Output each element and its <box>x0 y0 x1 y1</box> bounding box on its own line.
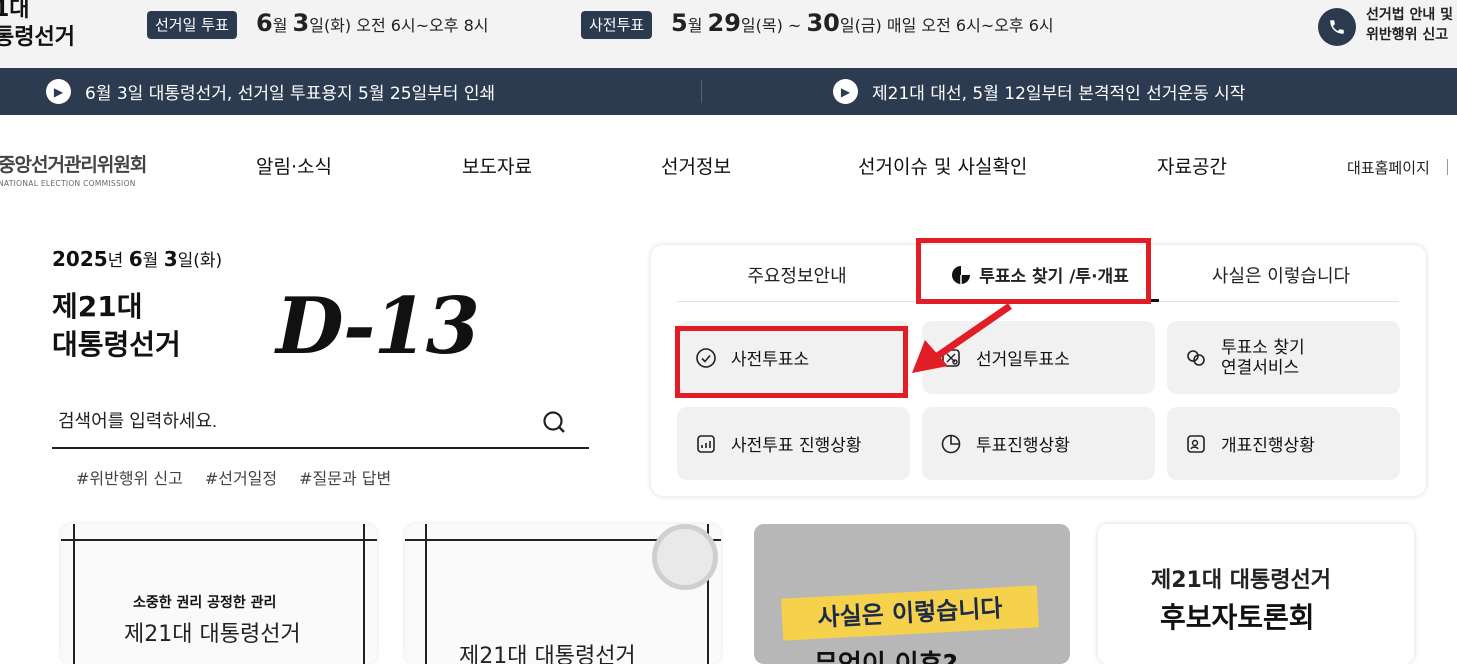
ed-rest: 일(화) 오전 6시~오후 8시 <box>309 16 489 35</box>
election-name-line-2: 대통령선거 <box>52 328 181 361</box>
fact-check-tag: 사실은 이렇습니다 <box>781 585 1039 641</box>
title-line-2: 통령선거 <box>0 25 75 50</box>
frame-line <box>425 524 427 664</box>
ev-day1: 29 <box>707 9 741 37</box>
election-day-badge: 선거일 투표 <box>147 11 237 39</box>
tile-label: 사전투표 진행상황 <box>731 436 862 456</box>
tile-election-day-station[interactable]: 선거일투표소 <box>922 321 1155 394</box>
day-unit: 일(화) <box>177 251 223 271</box>
bar-chart-icon <box>697 434 715 453</box>
election-title-cropped: 1대 통령선거 <box>0 0 75 52</box>
card-title: 후보자토론회 <box>1160 601 1315 634</box>
tile-counting-progress[interactable]: 개표진행상황 <box>1167 407 1400 480</box>
news-item[interactable]: ▶ 6월 3일 대통령선거, 선거일 투표용지 5월 25일부터 인쇄 <box>46 68 495 115</box>
person-badge-icon <box>1187 434 1205 453</box>
card-subtitle: 소중한 권리 공정한 관리 <box>133 595 277 611</box>
tile-label: 투표소 찾기 연결서비스 <box>1221 338 1305 378</box>
speaker-icon: ▶ <box>46 79 71 104</box>
month: 6 <box>128 247 143 271</box>
ballot-box-icon <box>942 348 960 367</box>
news-divider <box>701 80 702 103</box>
link-circles-icon <box>1187 349 1205 366</box>
tile-early-voting-progress[interactable]: 사전투표 진행상황 <box>677 407 910 480</box>
ev-month: 5 <box>671 9 688 37</box>
date-display: 2025년 6월 3일(화) <box>52 246 222 271</box>
law-guide-line-1: 선거법 안내 및 <box>1366 7 1454 23</box>
tile-voting-progress[interactable]: 투표진행상황 <box>922 407 1155 480</box>
election-day-schedule: 6월 3일(화) 오전 6시~오후 8시 <box>256 8 489 41</box>
year-unit: 년 <box>107 251 129 271</box>
nec-logo[interactable]: 중앙선거관리위원회 NATIONAL ELECTION COMMISSION <box>0 150 148 188</box>
ed-month: 6 <box>256 9 273 37</box>
tile-label-line-1: 투표소 찾기 <box>1221 337 1305 358</box>
law-guide-line-2: 위반행위 신고 <box>1366 27 1449 43</box>
law-guide-link[interactable]: 선거법 안내 및 위반행위 신고 <box>1366 5 1453 45</box>
tile-label: 투표진행상황 <box>976 436 1070 456</box>
tab-main-info[interactable]: 주요정보안내 <box>677 263 917 301</box>
news-text: 제21대 대선, 5월 12일부터 본격적인 선거운동 시작 <box>872 84 1246 104</box>
tile-label: 선거일투표소 <box>976 350 1070 370</box>
tab-fact-check[interactable]: 사실은 이렇습니다 <box>1163 263 1399 301</box>
frame-line <box>61 539 377 541</box>
debate-card[interactable]: 제21대 대통령선거 후보자토론회 <box>1098 524 1414 664</box>
year: 2025 <box>52 247 108 271</box>
ed-day: 3 <box>292 9 310 37</box>
ev-mid: 일(목) ~ <box>740 16 807 35</box>
hashtag-list: #위반행위 신고 #선거일정 #질문과 답변 <box>76 465 413 489</box>
title-line-1: 1대 <box>0 0 30 22</box>
frame-line <box>73 524 75 664</box>
search-box <box>52 396 589 449</box>
nav-item-issues[interactable]: 선거이슈 및 사실확인 <box>858 152 1027 179</box>
main-homepage-link[interactable]: 대표홈페이지 <box>1347 157 1430 178</box>
banner-card[interactable]: 소중한 권리 공정한 관리 제21대 대통령선거 <box>61 524 377 664</box>
ev-rest: 일(금) 매일 오전 6시~오후 6시 <box>839 16 1054 35</box>
tile-station-finder-service[interactable]: 투표소 찾기 연결서비스 <box>1167 321 1400 394</box>
hashtag-link[interactable]: #위반행위 신고 <box>76 469 183 488</box>
pie-chart-icon <box>941 434 961 453</box>
card-title: 무엇이 이후? <box>814 644 958 664</box>
card-title: 제21대 대통령선거 <box>124 622 301 647</box>
news-text: 6월 3일 대통령선거, 선거일 투표용지 5월 25일부터 인쇄 <box>85 84 496 104</box>
card-subtitle: 제21대 대통령선거 <box>1151 568 1331 593</box>
day: 3 <box>163 247 178 271</box>
dday-counter: D-13 <box>276 281 480 372</box>
nav-item-election-info[interactable]: 선거정보 <box>661 152 731 179</box>
ev-day2: 30 <box>806 9 840 37</box>
logo-english: NATIONAL ELECTION COMMISSION <box>0 179 136 188</box>
fact-check-card[interactable]: 사실은 이렇습니다 무엇이 이후? <box>754 524 1070 664</box>
highlight-box-tile <box>675 326 908 398</box>
speaker-icon: ▶ <box>833 79 858 104</box>
highlight-box-tab <box>916 238 1151 304</box>
early-vote-badge: 사전투표 <box>581 11 653 39</box>
search-icon[interactable] <box>542 410 568 436</box>
nav-item-resources[interactable]: 자료공간 <box>1157 152 1227 179</box>
logo-korean: 중앙선거관리위원회 <box>0 154 147 176</box>
nav-item-press[interactable]: 보도자료 <box>462 152 532 179</box>
nav-item-news[interactable]: 알림·소식 <box>256 152 332 179</box>
hashtag-link[interactable]: #질문과 답변 <box>299 469 391 488</box>
election-name: 제21대 대통령선거 <box>52 288 181 364</box>
seal-icon <box>652 524 718 590</box>
phone-icon[interactable] <box>1318 8 1356 46</box>
tile-label-line-2: 연결서비스 <box>1221 357 1300 378</box>
month-unit: 월 <box>142 251 164 271</box>
news-item[interactable]: ▶ 제21대 대선, 5월 12일부터 본격적인 선거운동 시작 <box>833 68 1245 115</box>
top-info-bar: 1대 통령선거 선거일 투표 6월 3일(화) 오전 6시~오후 8시 사전투표… <box>0 0 1457 68</box>
frame-line <box>363 524 365 664</box>
early-vote-schedule: 5월 29일(목) ~ 30일(금) 매일 오전 6시~오후 6시 <box>671 8 1054 41</box>
tile-label: 개표진행상황 <box>1221 436 1315 456</box>
election-name-line-1: 제21대 <box>52 290 143 323</box>
search-input[interactable] <box>58 406 528 436</box>
ev-month-unit: 월 <box>687 16 708 35</box>
hashtag-link[interactable]: #선거일정 <box>205 469 277 488</box>
card-title: 제21대 대통령선거 <box>459 644 636 664</box>
news-ticker: ▶ 6월 3일 대통령선거, 선거일 투표용지 5월 25일부터 인쇄 ▶ 제2… <box>0 68 1457 115</box>
ed-month-unit: 월 <box>272 16 293 35</box>
nav-separator <box>1447 159 1448 175</box>
